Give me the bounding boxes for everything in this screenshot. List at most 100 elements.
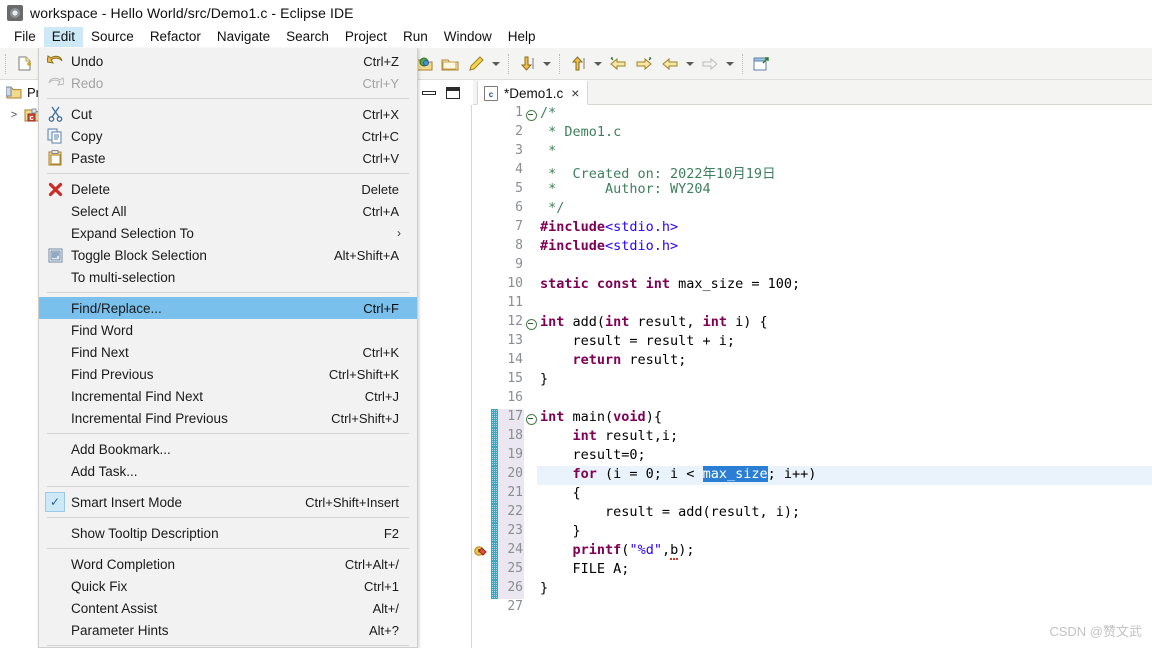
code-line[interactable]: 19 result=0; [473, 447, 1152, 466]
menu-source[interactable]: Source [83, 27, 142, 47]
minimize-button[interactable] [422, 90, 436, 95]
menu-item-label: Select All [71, 203, 127, 219]
fold-collapse-icon[interactable] [524, 105, 537, 124]
expander-icon[interactable]: > [8, 109, 20, 121]
menu-item-word-completion[interactable]: Word Completion Ctrl+Alt+/ [39, 553, 417, 575]
menu-item-parameter-hints[interactable]: Parameter Hints Alt+? [39, 619, 417, 641]
next-annotation-icon[interactable] [515, 52, 539, 76]
code-line[interactable]: 27 [473, 599, 1152, 618]
menu-item-toggle-block-selection[interactable]: Toggle Block Selection Alt+Shift+A [39, 244, 417, 266]
code-line[interactable]: 23 } [473, 523, 1152, 542]
previous-annotation-icon[interactable] [566, 52, 590, 76]
code-line[interactable]: 11 [473, 295, 1152, 314]
menu-item-smart-insert-mode[interactable]: ✓ Smart Insert Mode Ctrl+Shift+Insert [39, 491, 417, 513]
menu-item-find-previous[interactable]: Find Previous Ctrl+Shift+K [39, 363, 417, 385]
menu-edit[interactable]: Edit [43, 27, 84, 47]
code-line[interactable]: 12 int add(int result, int i) { [473, 314, 1152, 333]
code-line[interactable]: 5 * Author: WY204 [473, 181, 1152, 200]
search-dropdown-caret[interactable] [489, 53, 503, 75]
previous-annotation-caret[interactable] [591, 53, 605, 75]
menu-item-incremental-find-previous[interactable]: Incremental Find Previous Ctrl+Shift+J [39, 407, 417, 429]
fold-gutter [524, 257, 537, 276]
menu-window[interactable]: Window [436, 27, 500, 47]
code-line[interactable]: 24 printf("%d",b); [473, 542, 1152, 561]
change-bar [491, 409, 498, 428]
menu-item-find-word[interactable]: Find Word [39, 319, 417, 341]
menu-item-cut[interactable]: Cut Ctrl+X [39, 103, 417, 125]
code-line[interactable]: 18 int result,i; [473, 428, 1152, 447]
new-file-icon[interactable] [12, 52, 36, 76]
paste-icon [39, 150, 71, 166]
code-line[interactable]: 7 #include<stdio.h> [473, 219, 1152, 238]
code-line[interactable]: 21 { [473, 485, 1152, 504]
menu-item-expand-selection-to[interactable]: Expand Selection To › [39, 222, 417, 244]
open-resource-icon[interactable] [438, 52, 462, 76]
code-line[interactable]: 15} [473, 371, 1152, 390]
menu-bar[interactable]: File Edit Source Refactor Navigate Searc… [0, 26, 1152, 48]
last-edit-forward-caret[interactable] [723, 53, 737, 75]
new-window-icon[interactable] [749, 52, 773, 76]
maximize-button[interactable] [446, 86, 460, 99]
menu-item-find-next[interactable]: Find Next Ctrl+K [39, 341, 417, 363]
menu-separator [47, 292, 409, 293]
menu-file[interactable]: File [6, 27, 44, 47]
editor-tab-demo1-c[interactable]: c *Demo1.c × [477, 80, 589, 105]
last-edit-back-caret[interactable] [683, 53, 697, 75]
fold-collapse-icon[interactable] [524, 314, 537, 333]
code-line[interactable]: 14 return result; [473, 352, 1152, 371]
code-line[interactable]: 22 result = add(result, i); [473, 504, 1152, 523]
code-line[interactable]: 3 * [473, 143, 1152, 162]
menu-item-show-tooltip-description[interactable]: Show Tooltip Description F2 [39, 522, 417, 544]
marker-gutter [473, 485, 491, 504]
next-annotation-caret[interactable] [540, 53, 554, 75]
menu-refactor[interactable]: Refactor [142, 27, 209, 47]
menu-item-paste[interactable]: Paste Ctrl+V [39, 147, 417, 169]
menu-item-select-all[interactable]: Select All Ctrl+A [39, 200, 417, 222]
forward-arrow-icon[interactable] [632, 52, 656, 76]
window-title: workspace - Hello World/src/Demo1.c - Ec… [30, 5, 354, 21]
code-line[interactable]: 4 * Created on: 2022年10月19日 [473, 162, 1152, 182]
menu-navigate[interactable]: Navigate [209, 27, 278, 47]
cut-icon [39, 106, 71, 122]
warning-icon[interactable] [473, 542, 491, 561]
code-line[interactable]: 8 #include<stdio.h> [473, 238, 1152, 257]
menu-item-find-replace[interactable]: Find/Replace... Ctrl+F [39, 297, 417, 319]
change-bar [491, 333, 498, 352]
close-icon[interactable]: × [571, 86, 579, 100]
menu-item-incremental-find-next[interactable]: Incremental Find Next Ctrl+J [39, 385, 417, 407]
menu-run[interactable]: Run [395, 27, 436, 47]
code-line[interactable]: 2 * Demo1.c [473, 124, 1152, 143]
code-line[interactable]: 6 */ [473, 200, 1152, 219]
code-line[interactable]: 13 result = result + i; [473, 333, 1152, 352]
code-line[interactable]: 9 [473, 257, 1152, 276]
code-line[interactable]: 16 [473, 390, 1152, 409]
last-edit-back-icon[interactable] [658, 52, 682, 76]
menu-item-content-assist[interactable]: Content Assist Alt+/ [39, 597, 417, 619]
code-line[interactable]: 17 int main(void){ [473, 409, 1152, 428]
menu-item-delete[interactable]: Delete Delete [39, 178, 417, 200]
code-line[interactable]: 20 for (i = 0; i < max_size; i++) [473, 466, 1152, 485]
menu-item-add-bookmark[interactable]: Add Bookmark... [39, 438, 417, 460]
menu-item-undo[interactable]: Undo Ctrl+Z [39, 50, 417, 72]
search-pencil-icon[interactable] [464, 52, 488, 76]
menu-item-quick-fix[interactable]: Quick Fix Ctrl+1 [39, 575, 417, 597]
menu-item-to-multi-selection[interactable]: To multi-selection [39, 266, 417, 288]
code-line[interactable]: 10 static const int max_size = 100; [473, 276, 1152, 295]
code-line[interactable]: 1 /* [473, 105, 1152, 124]
last-edit-forward-icon[interactable] [698, 52, 722, 76]
edit-dropdown-menu[interactable]: Undo Ctrl+Z Redo Ctrl+Y Cut Ctrl+X Copy Ctrl+C P… [38, 48, 418, 648]
menu-item-label: Copy [71, 128, 103, 144]
back-arrow-icon[interactable] [606, 52, 630, 76]
menu-item-add-task[interactable]: Add Task... [39, 460, 417, 482]
change-bar [491, 485, 498, 504]
code-line[interactable]: 25 FILE A; [473, 561, 1152, 580]
code-view[interactable]: 1/* 2 * Demo1.c 3 * 4 * Created on: 2022年10… [473, 105, 1152, 648]
menu-item-label: Smart Insert Mode [71, 494, 183, 510]
menu-help[interactable]: Help [500, 27, 544, 47]
menu-search[interactable]: Search [278, 27, 337, 47]
change-bar [491, 219, 498, 238]
code-line[interactable]: 26} [473, 580, 1152, 599]
fold-collapse-icon[interactable] [524, 409, 537, 428]
menu-project[interactable]: Project [337, 27, 395, 47]
menu-item-copy[interactable]: Copy Ctrl+C [39, 125, 417, 147]
